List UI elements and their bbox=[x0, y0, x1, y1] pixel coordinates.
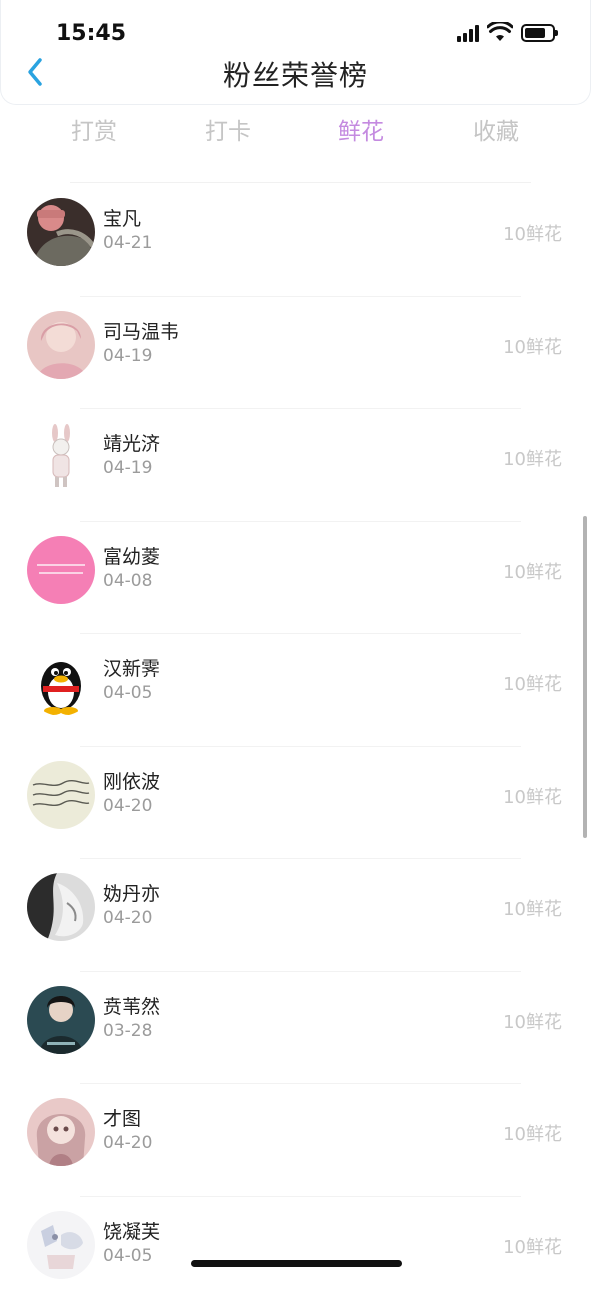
tab-checkin[interactable]: 打卡 bbox=[178, 112, 278, 146]
avatar bbox=[27, 1098, 95, 1166]
list-item[interactable]: 饶凝芙 04-05 10鲜花 bbox=[0, 1197, 591, 1309]
fan-date: 04-05 bbox=[103, 683, 152, 703]
fan-date: 04-20 bbox=[103, 1133, 152, 1153]
fan-date: 04-19 bbox=[103, 346, 152, 366]
fan-name: 汉新霁 bbox=[103, 654, 160, 681]
tab-bar: 打赏 打卡 鲜花 收藏 bbox=[0, 112, 591, 158]
tab-reward[interactable]: 打赏 bbox=[44, 112, 144, 146]
fan-name: 宝凡 bbox=[103, 204, 141, 231]
fan-list: 宝凡 04-21 10鲜花 司马温韦 04-19 10鲜花 bbox=[0, 184, 591, 1309]
list-item[interactable]: 才图 04-20 10鲜花 bbox=[0, 1084, 591, 1197]
status-bar: 15:45 bbox=[0, 14, 591, 50]
flower-count: 10鲜花 bbox=[503, 220, 562, 246]
page-title: 粉丝荣誉榜 bbox=[0, 54, 591, 94]
avatar bbox=[27, 536, 95, 604]
list-item[interactable]: 司马温韦 04-19 10鲜花 bbox=[0, 297, 591, 410]
flower-count: 10鲜花 bbox=[503, 895, 562, 921]
fan-date: 03-28 bbox=[103, 1021, 152, 1041]
flower-count: 10鲜花 bbox=[503, 333, 562, 359]
home-indicator[interactable] bbox=[191, 1260, 402, 1267]
avatar bbox=[27, 198, 95, 266]
avatar bbox=[27, 761, 95, 829]
avatar bbox=[27, 423, 95, 491]
flower-count: 10鲜花 bbox=[503, 783, 562, 809]
status-time: 15:45 bbox=[56, 21, 126, 46]
divider bbox=[70, 182, 531, 183]
fan-date: 04-08 bbox=[103, 571, 152, 591]
list-item[interactable]: 靖光济 04-19 10鲜花 bbox=[0, 409, 591, 522]
tab-flowers[interactable]: 鲜花 bbox=[311, 112, 411, 146]
fan-name: 富幼菱 bbox=[103, 542, 160, 569]
fan-date: 04-21 bbox=[103, 233, 152, 253]
scrollbar[interactable] bbox=[583, 516, 587, 838]
flower-count: 10鲜花 bbox=[503, 558, 562, 584]
flower-count: 10鲜花 bbox=[503, 1120, 562, 1146]
tab-favorites[interactable]: 收藏 bbox=[446, 112, 546, 146]
list-item[interactable]: 宝凡 04-21 10鲜花 bbox=[0, 184, 591, 297]
list-item[interactable]: 贲苇然 03-28 10鲜花 bbox=[0, 972, 591, 1085]
fan-name: 妫丹亦 bbox=[103, 879, 160, 906]
avatar bbox=[27, 1211, 95, 1279]
fan-name: 司马温韦 bbox=[103, 317, 179, 344]
fan-date: 04-20 bbox=[103, 908, 152, 928]
status-icons bbox=[457, 22, 555, 42]
flower-count: 10鲜花 bbox=[503, 1008, 562, 1034]
avatar bbox=[27, 311, 95, 379]
avatar bbox=[27, 986, 95, 1054]
flower-count: 10鲜花 bbox=[503, 445, 562, 471]
fan-date: 04-20 bbox=[103, 796, 152, 816]
fan-date: 04-05 bbox=[103, 1246, 152, 1266]
avatar bbox=[27, 873, 95, 941]
wifi-icon bbox=[487, 22, 513, 42]
fan-name: 才图 bbox=[103, 1104, 141, 1131]
battery-icon bbox=[521, 24, 555, 42]
list-item[interactable]: 富幼菱 04-08 10鲜花 bbox=[0, 522, 591, 635]
flower-count: 10鲜花 bbox=[503, 1233, 562, 1259]
fan-date: 04-19 bbox=[103, 458, 152, 478]
avatar bbox=[27, 648, 95, 716]
fan-name: 贲苇然 bbox=[103, 992, 160, 1019]
list-item[interactable]: 刚依波 04-20 10鲜花 bbox=[0, 747, 591, 860]
fan-name: 刚依波 bbox=[103, 767, 160, 794]
signal-icon bbox=[457, 24, 479, 42]
list-item[interactable]: 妫丹亦 04-20 10鲜花 bbox=[0, 859, 591, 972]
fan-name: 饶凝芙 bbox=[103, 1217, 160, 1244]
list-item[interactable]: 汉新霁 04-05 10鲜花 bbox=[0, 634, 591, 747]
flower-count: 10鲜花 bbox=[503, 670, 562, 696]
fan-name: 靖光济 bbox=[103, 429, 160, 456]
